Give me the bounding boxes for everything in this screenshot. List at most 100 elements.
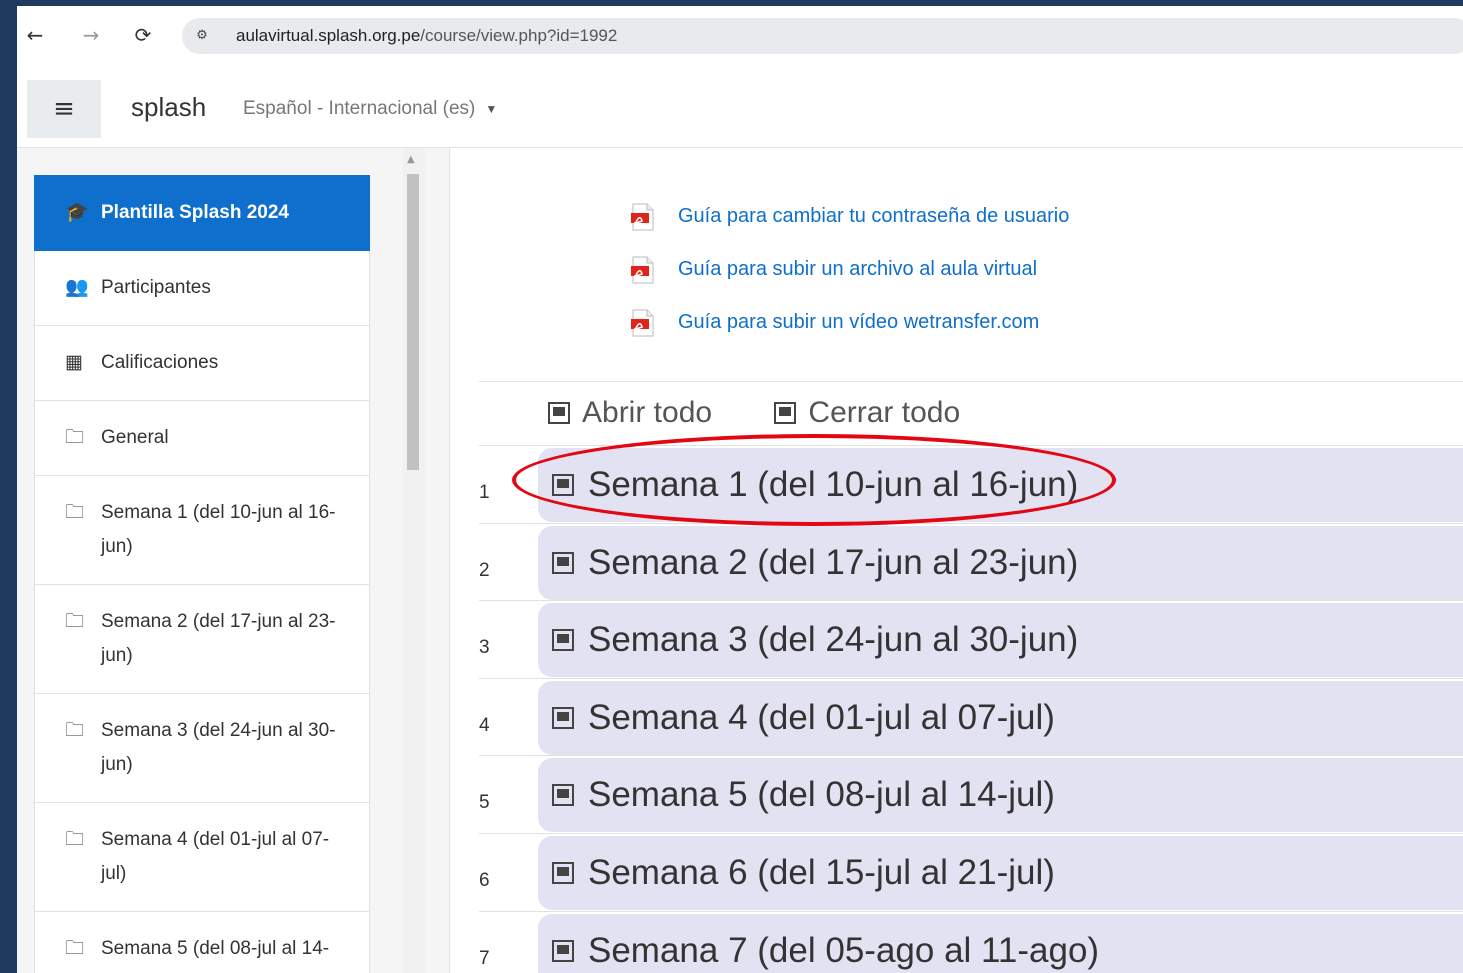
week-section-header[interactable]: Semana 1 (del 10-jun al 16-jun): [538, 448, 1463, 522]
sidebar-item-label: Participantes: [101, 277, 211, 298]
url-text[interactable]: aulavirtual.splash.org.pe/course/view.ph…: [236, 26, 617, 46]
folder-icon: 🗀: [65, 502, 85, 523]
open-all-button[interactable]: Abrir todo: [548, 396, 712, 430]
sidebar-item[interactable]: 🗀 Semana 2 (del 17-jun al 23-jun): [34, 585, 370, 694]
close-all-label: Cerrar todo: [808, 396, 961, 429]
address-bar[interactable]: ⚙ aulavirtual.splash.org.pe/course/view.…: [182, 18, 1463, 54]
sidebar-item-label: Plantilla Splash 2024: [101, 202, 289, 223]
sidebar-item[interactable]: 👥 Participantes: [34, 251, 370, 326]
week-section: 1 Semana 1 (del 10-jun al 16-jun): [479, 445, 1463, 523]
week-number: 4: [479, 714, 490, 736]
sidebar-item[interactable]: ▦ Calificaciones: [34, 326, 370, 401]
week-section-header[interactable]: Semana 3 (del 24-jun al 30-jun): [538, 603, 1463, 678]
week-title[interactable]: Semana 3 (del 24-jun al 30-jun): [588, 620, 1078, 660]
scroll-up-icon[interactable]: ▲: [407, 154, 415, 165]
sidebar-item[interactable]: 🗀 Semana 1 (del 10-jun al 16-jun): [34, 476, 370, 585]
week-title[interactable]: Semana 4 (del 01-jul al 07-jul): [588, 698, 1055, 738]
collapse-toggle-icon[interactable]: [552, 784, 574, 807]
week-title[interactable]: Semana 1 (del 10-jun al 16-jun): [588, 465, 1078, 505]
url-path: /course/view.php?id=1992: [420, 26, 618, 45]
collapse-toggle-icon[interactable]: [552, 861, 574, 884]
resource-item: Guía para cambiar tu contraseña de usuar…: [628, 190, 1069, 243]
expand-icon: [548, 402, 570, 424]
table-icon: ▦: [65, 352, 83, 373]
week-number: 7: [479, 947, 490, 969]
collapse-controls: Abrir todo Cerrar todo: [548, 396, 1014, 432]
browser-window: ← → ⟳ ⚙ aulavirtual.splash.org.pe/course…: [17, 6, 1463, 973]
sidebar-item-label: General: [101, 427, 169, 448]
week-section: 3 Semana 3 (del 24-jun al 30-jun): [479, 600, 1463, 678]
resource-link[interactable]: Guía para cambiar tu contraseña de usuar…: [678, 205, 1069, 228]
week-section-header[interactable]: Semana 7 (del 05-ago al 11-ago): [538, 913, 1463, 973]
sidebar-item-label: Calificaciones: [101, 352, 219, 373]
language-selector[interactable]: Español - Internacional (es) ▼: [243, 98, 497, 120]
week-section: 2 Semana 2 (del 17-jun al 23-jun): [479, 522, 1463, 601]
resource-link[interactable]: Guía para subir un vídeo wetransfer.com: [678, 311, 1039, 334]
week-title[interactable]: Semana 6 (del 15-jul al 21-jul): [588, 853, 1055, 893]
collapse-icon: [774, 402, 797, 424]
sidebar-item[interactable]: 🗀 Semana 5 (del 08-jul al 14-jul): [34, 912, 370, 973]
sidebar-item[interactable]: 🗀 Semana 3 (del 24-jun al 30-jun): [34, 694, 370, 803]
graduation-cap-icon: 🎓: [65, 202, 89, 223]
collapse-toggle-icon[interactable]: [552, 474, 574, 496]
collapse-toggle-icon[interactable]: [552, 939, 574, 962]
sidebar-item-label: Semana 2 (del 17-jun al 23-jun): [101, 611, 336, 666]
collapse-toggle-icon[interactable]: [552, 629, 574, 652]
pdf-icon: [631, 203, 654, 230]
sidebar-item-label: Semana 1 (del 10-jun al 16-jun): [101, 502, 336, 557]
folder-icon: 🗀: [65, 611, 85, 632]
sidebar-nav-list: 🎓 Plantilla Splash 2024 👥 Participantes ▦ Cal…: [34, 175, 370, 973]
collapse-toggle-icon[interactable]: [552, 706, 574, 729]
week-section-header[interactable]: Semana 6 (del 15-jul al 21-jul): [538, 835, 1463, 910]
resource-list: Guía para cambiar tu contraseña de usuar…: [628, 190, 1069, 349]
url-host: aulavirtual.splash.org.pe: [236, 26, 421, 45]
collapse-toggle-icon[interactable]: [552, 551, 574, 574]
week-sections: 1 Semana 1 (del 10-jun al 16-jun) 2 Semana …: [479, 445, 1463, 973]
sidebar-item-label: Semana 3 (del 24-jun al 30-jun): [101, 720, 336, 775]
resource-item: Guía para subir un vídeo wetransfer.com: [628, 296, 1069, 349]
folder-icon: 🗀: [65, 938, 85, 959]
week-number: 5: [479, 792, 490, 814]
site-navbar: ≡ splash Español - Internacional (es) ▼: [17, 70, 1463, 148]
week-number: 1: [479, 482, 490, 503]
folder-icon: 🗀: [65, 720, 85, 741]
folder-icon: 🗀: [65, 427, 85, 448]
week-section-header[interactable]: Semana 5 (del 08-jul al 14-jul): [538, 758, 1463, 833]
resource-link[interactable]: Guía para subir un archivo al aula virtu…: [678, 258, 1037, 281]
folder-icon: 🗀: [65, 829, 85, 850]
sidebar-item[interactable]: 🗀 Semana 4 (del 01-jul al 07-jul): [34, 803, 370, 912]
sidebar-item[interactable]: 🎓 Plantilla Splash 2024: [34, 175, 370, 251]
site-brand[interactable]: splash: [131, 92, 206, 123]
pdf-icon: [631, 256, 654, 283]
close-all-button[interactable]: Cerrar todo: [774, 396, 960, 430]
week-section: 5 Semana 5 (del 08-jul al 14-jul): [479, 755, 1463, 833]
course-sidebar: 🎓 Plantilla Splash 2024 👥 Participantes ▦ Cal…: [17, 148, 449, 973]
week-number: 3: [479, 637, 490, 659]
week-section: 4 Semana 4 (del 01-jul al 07-jul): [479, 677, 1463, 756]
sidebar-item-label: Semana 5 (del 08-jul al 14-jul): [101, 938, 330, 973]
week-section-header[interactable]: Semana 4 (del 01-jul al 07-jul): [538, 680, 1463, 755]
week-title[interactable]: Semana 2 (del 17-jun al 23-jun): [588, 543, 1078, 583]
language-label: Español - Internacional (es): [243, 98, 476, 119]
scrollbar-thumb[interactable]: [407, 174, 419, 470]
week-number: 6: [479, 869, 490, 891]
section-divider: [479, 381, 1463, 382]
week-section: 6 Semana 6 (del 15-jul al 21-jul): [479, 832, 1463, 911]
course-content: Guía para cambiar tu contraseña de usuar…: [450, 148, 1463, 973]
caret-down-icon: ▼: [485, 101, 498, 116]
sidebar-item[interactable]: 🗀 General: [34, 401, 370, 476]
resource-item: Guía para subir un archivo al aula virtu…: [628, 243, 1069, 296]
week-section: 7 Semana 7 (del 05-ago al 11-ago): [479, 910, 1463, 973]
week-section-header[interactable]: Semana 2 (del 17-jun al 23-jun): [538, 525, 1463, 600]
menu-toggle-icon[interactable]: ≡: [27, 80, 101, 138]
week-title[interactable]: Semana 7 (del 05-ago al 11-ago): [588, 931, 1099, 971]
reload-icon[interactable]: ⟳: [128, 20, 158, 50]
sidebar-item-label: Semana 4 (del 01-jul al 07-jul): [101, 829, 330, 884]
users-icon: 👥: [65, 277, 89, 298]
week-title[interactable]: Semana 5 (del 08-jul al 14-jul): [588, 775, 1055, 815]
back-arrow-icon[interactable]: ←: [20, 20, 50, 50]
site-settings-icon[interactable]: ⚙: [192, 26, 212, 46]
pdf-icon: [631, 309, 654, 336]
forward-arrow-icon[interactable]: →: [76, 20, 106, 50]
week-number: 2: [479, 559, 490, 581]
